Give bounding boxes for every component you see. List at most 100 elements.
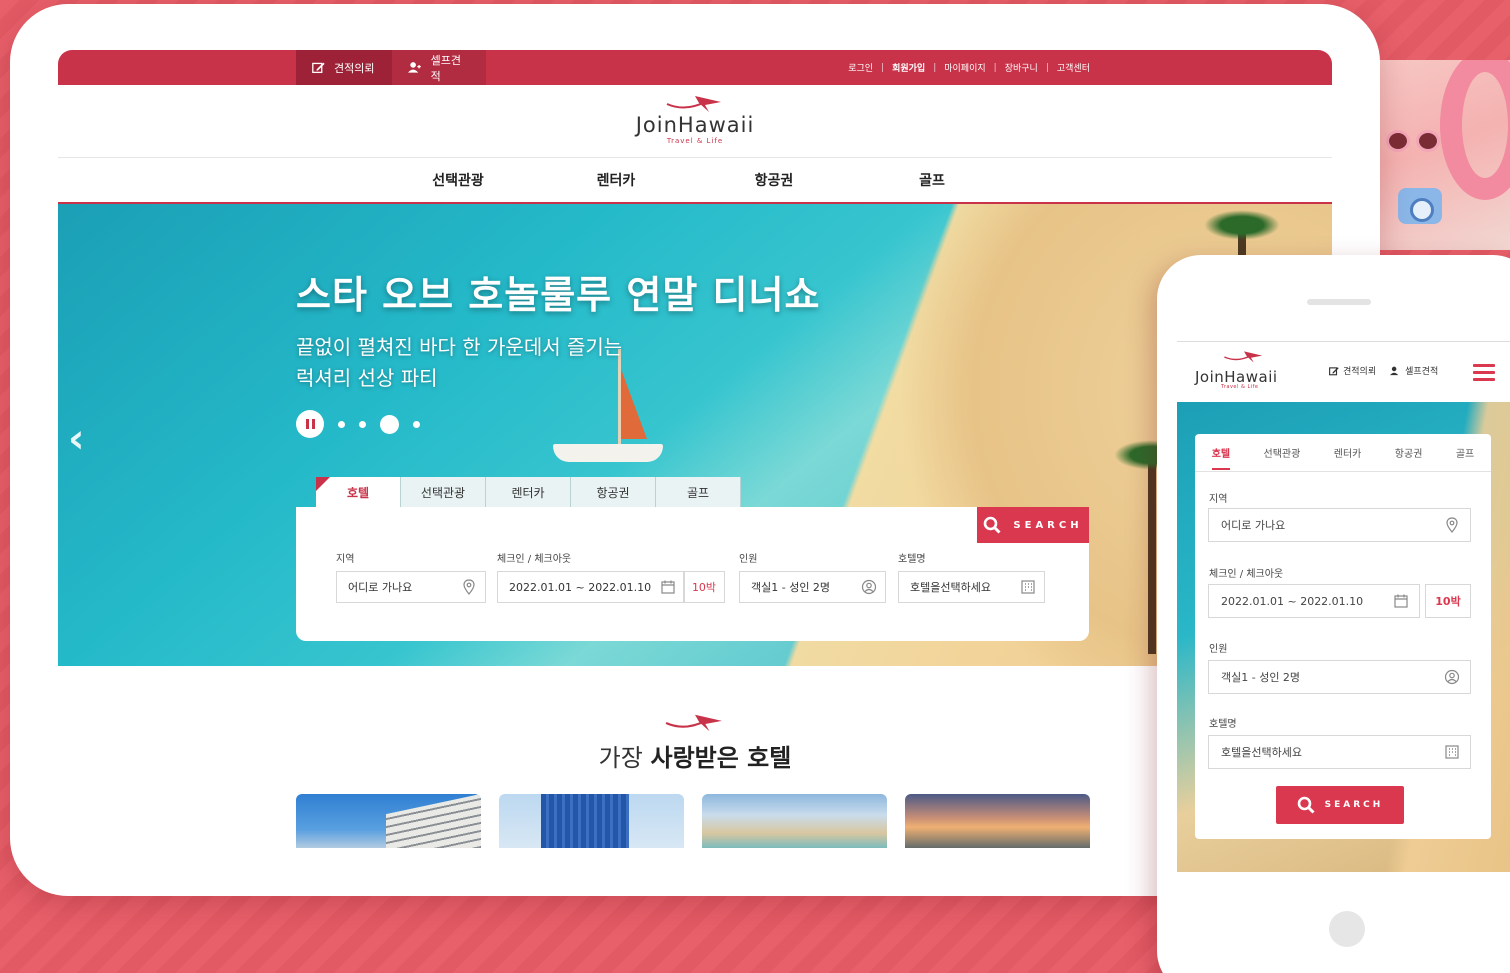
mobile-nights-count: 10박	[1425, 584, 1471, 618]
mobile-quote-request-label: 견적의뢰	[1343, 367, 1377, 377]
hero-banner: ‹ 스타 오브 호놀룰루 연말 디너쇼 끝없이 펼쳐진 바다 한 가운데서 즐기…	[58, 204, 1332, 666]
logo-tagline: Travel & Life	[666, 137, 724, 145]
mobile-tab-tours[interactable]: 선택관광	[1264, 445, 1301, 460]
mobile-dates-label: 체크인 / 체크아웃	[1209, 569, 1284, 580]
mobile-self-quote[interactable]: 셀프견적	[1390, 364, 1438, 377]
hero-title: 스타 오브 호놀룰루 연말 디너쇼	[296, 273, 821, 317]
region-input[interactable]: 어디로 가나요	[336, 571, 486, 603]
search-icon	[1297, 796, 1315, 814]
hotel-card-image[interactable]	[702, 794, 887, 848]
mobile-guests-label: 인원	[1209, 644, 1228, 655]
signup-link[interactable]: 회원가입	[892, 61, 925, 74]
mobile-hotel-input[interactable]: 호텔을선택하세요	[1208, 735, 1471, 769]
mobile-tab-flights[interactable]: 항공권	[1395, 445, 1423, 460]
mobile-hotel-placeholder: 호텔을선택하세요	[1221, 746, 1302, 759]
calendar-icon	[661, 580, 675, 594]
mobile-quote-request[interactable]: 견적의뢰	[1329, 364, 1376, 377]
mypage-link[interactable]: 마이페이지	[944, 61, 985, 74]
building-icon	[1445, 745, 1459, 759]
prev-slide-arrow[interactable]: ‹	[68, 416, 84, 462]
mobile-search-button[interactable]: SEARCH	[1276, 786, 1404, 824]
most-loved-hotels-section: 가장 사랑받은 호텔	[58, 712, 1332, 773]
dates-value: 2022.01.01 ~ 2022.01.10	[509, 580, 652, 594]
user-icon	[408, 62, 421, 73]
self-quote-label: 셀프견적	[430, 53, 461, 83]
pause-button[interactable]	[296, 410, 324, 438]
hotel-card-image[interactable]	[905, 794, 1090, 848]
hotel-input[interactable]: 호텔을선택하세요	[898, 571, 1045, 603]
tablet-screen: 견적의뢰 셀프견적 로그인 | 회원가입 | 마이페이지 | 장바구니 | 고객센터 J…	[58, 50, 1332, 848]
person-circle-icon	[1444, 669, 1460, 685]
nav-item-rentcar[interactable]: 렌터카	[537, 170, 695, 190]
mobile-logo-tagline: Travel & Life	[1221, 384, 1259, 390]
phone-frame: JoinHawaii Travel & Life 견적의뢰 셀프견적 호텔 선택…	[1157, 255, 1510, 973]
nav-item-flights[interactable]: 항공권	[695, 170, 853, 190]
tab-rentcar[interactable]: 렌터카	[486, 477, 571, 507]
location-pin-icon	[463, 579, 475, 595]
dates-input[interactable]: 2022.01.01 ~ 2022.01.10	[497, 571, 685, 603]
mobile-search-button-label: SEARCH	[1324, 800, 1384, 810]
hotel-thumbnails	[296, 794, 1090, 848]
guests-label: 인원	[739, 554, 758, 565]
hero-subtitle-line2: 럭셔리 선상 파티	[296, 366, 438, 390]
nights-count: 10박	[683, 571, 725, 603]
mobile-dates-value: 2022.01.01 ~ 2022.01.10	[1221, 594, 1364, 608]
person-circle-icon	[861, 579, 877, 595]
region-label: 지역	[336, 554, 355, 565]
building-icon	[1021, 580, 1035, 594]
flamingo-float-shape	[1440, 60, 1510, 200]
hotel-card-image[interactable]	[296, 794, 481, 848]
mobile-region-label: 지역	[1209, 494, 1228, 505]
tab-flights[interactable]: 항공권	[571, 477, 656, 507]
quote-request-tab[interactable]: 견적의뢰	[296, 50, 392, 85]
customer-center-link[interactable]: 고객센터	[1057, 61, 1090, 74]
camera-shape	[1398, 188, 1442, 224]
slide-dot-active[interactable]	[380, 414, 399, 434]
hero-subtitle-line1: 끝없이 펼쳐진 바다 한 가운데서 즐기는	[296, 335, 623, 359]
nav-item-golf[interactable]: 골프	[853, 170, 1011, 190]
login-link[interactable]: 로그인	[848, 61, 873, 74]
mobile-guests-input[interactable]: 객실1 - 성인 2명	[1208, 660, 1471, 694]
mobile-tab-rentcar[interactable]: 렌터카	[1334, 445, 1362, 460]
tab-golf[interactable]: 골프	[656, 477, 741, 507]
section-title: 가장 사랑받은 호텔	[58, 738, 1332, 773]
hotel-card-image[interactable]	[499, 794, 684, 848]
mobile-region-input[interactable]: 어디로 가나요	[1208, 508, 1471, 542]
tab-hotel[interactable]: 호텔	[316, 477, 401, 507]
menu-hamburger-icon[interactable]	[1473, 364, 1495, 381]
mobile-dates-input[interactable]: 2022.01.01 ~ 2022.01.10	[1208, 584, 1420, 618]
top-utility-bar: 견적의뢰 셀프견적 로그인 | 회원가입 | 마이페이지 | 장바구니 | 고객센터	[58, 50, 1332, 85]
site-logo[interactable]: JoinHawaii	[636, 113, 755, 137]
mobile-header: JoinHawaii Travel & Life 견적의뢰 셀프견적	[1177, 342, 1510, 402]
location-pin-icon	[1446, 517, 1458, 533]
guests-input[interactable]: 객실1 - 성인 2명	[739, 571, 886, 603]
mobile-guests-value: 객실1 - 성인 2명	[1221, 671, 1301, 684]
slide-dot[interactable]	[359, 420, 366, 428]
mobile-self-quote-label: 셀프견적	[1405, 367, 1439, 377]
logo-header: JoinHawaii Travel & Life	[58, 85, 1332, 158]
edit-icon	[1329, 366, 1339, 375]
phone-speaker	[1307, 299, 1371, 305]
bird-logo-icon	[665, 714, 722, 732]
mobile-search-tabs: 호텔 선택관광 렌터카 항공권 골프	[1195, 434, 1491, 472]
slide-dot[interactable]	[338, 420, 345, 428]
utility-links: 로그인 | 회원가입 | 마이페이지 | 장바구니 | 고객센터	[848, 61, 1090, 75]
search-button[interactable]: SEARCH	[977, 507, 1089, 543]
tab-tours[interactable]: 선택관광	[401, 477, 486, 507]
mobile-hotel-label: 호텔명	[1209, 719, 1237, 730]
cart-link[interactable]: 장바구니	[1005, 61, 1038, 74]
section-title-light: 가장	[598, 744, 643, 772]
hero-subtitle: 끝없이 펼쳐진 바다 한 가운데서 즐기는 럭셔리 선상 파티	[296, 332, 716, 394]
search-tabs: 호텔 선택관광 렌터카 항공권 골프	[316, 477, 741, 507]
main-nav: 선택관광 렌터카 항공권 골프	[58, 158, 1332, 204]
slide-dot[interactable]	[413, 420, 420, 428]
bird-logo-icon	[666, 96, 721, 112]
region-placeholder: 어디로 가나요	[348, 581, 413, 594]
section-title-bold: 사랑받은 호텔	[650, 744, 792, 772]
mobile-search-card	[1195, 434, 1491, 839]
self-quote-tab[interactable]: 셀프견적	[392, 50, 486, 85]
nav-item-tours[interactable]: 선택관광	[379, 170, 537, 190]
mobile-tab-hotel[interactable]: 호텔	[1211, 445, 1231, 470]
mobile-tab-golf[interactable]: 골프	[1456, 445, 1474, 460]
search-button-label: SEARCH	[1013, 519, 1083, 531]
